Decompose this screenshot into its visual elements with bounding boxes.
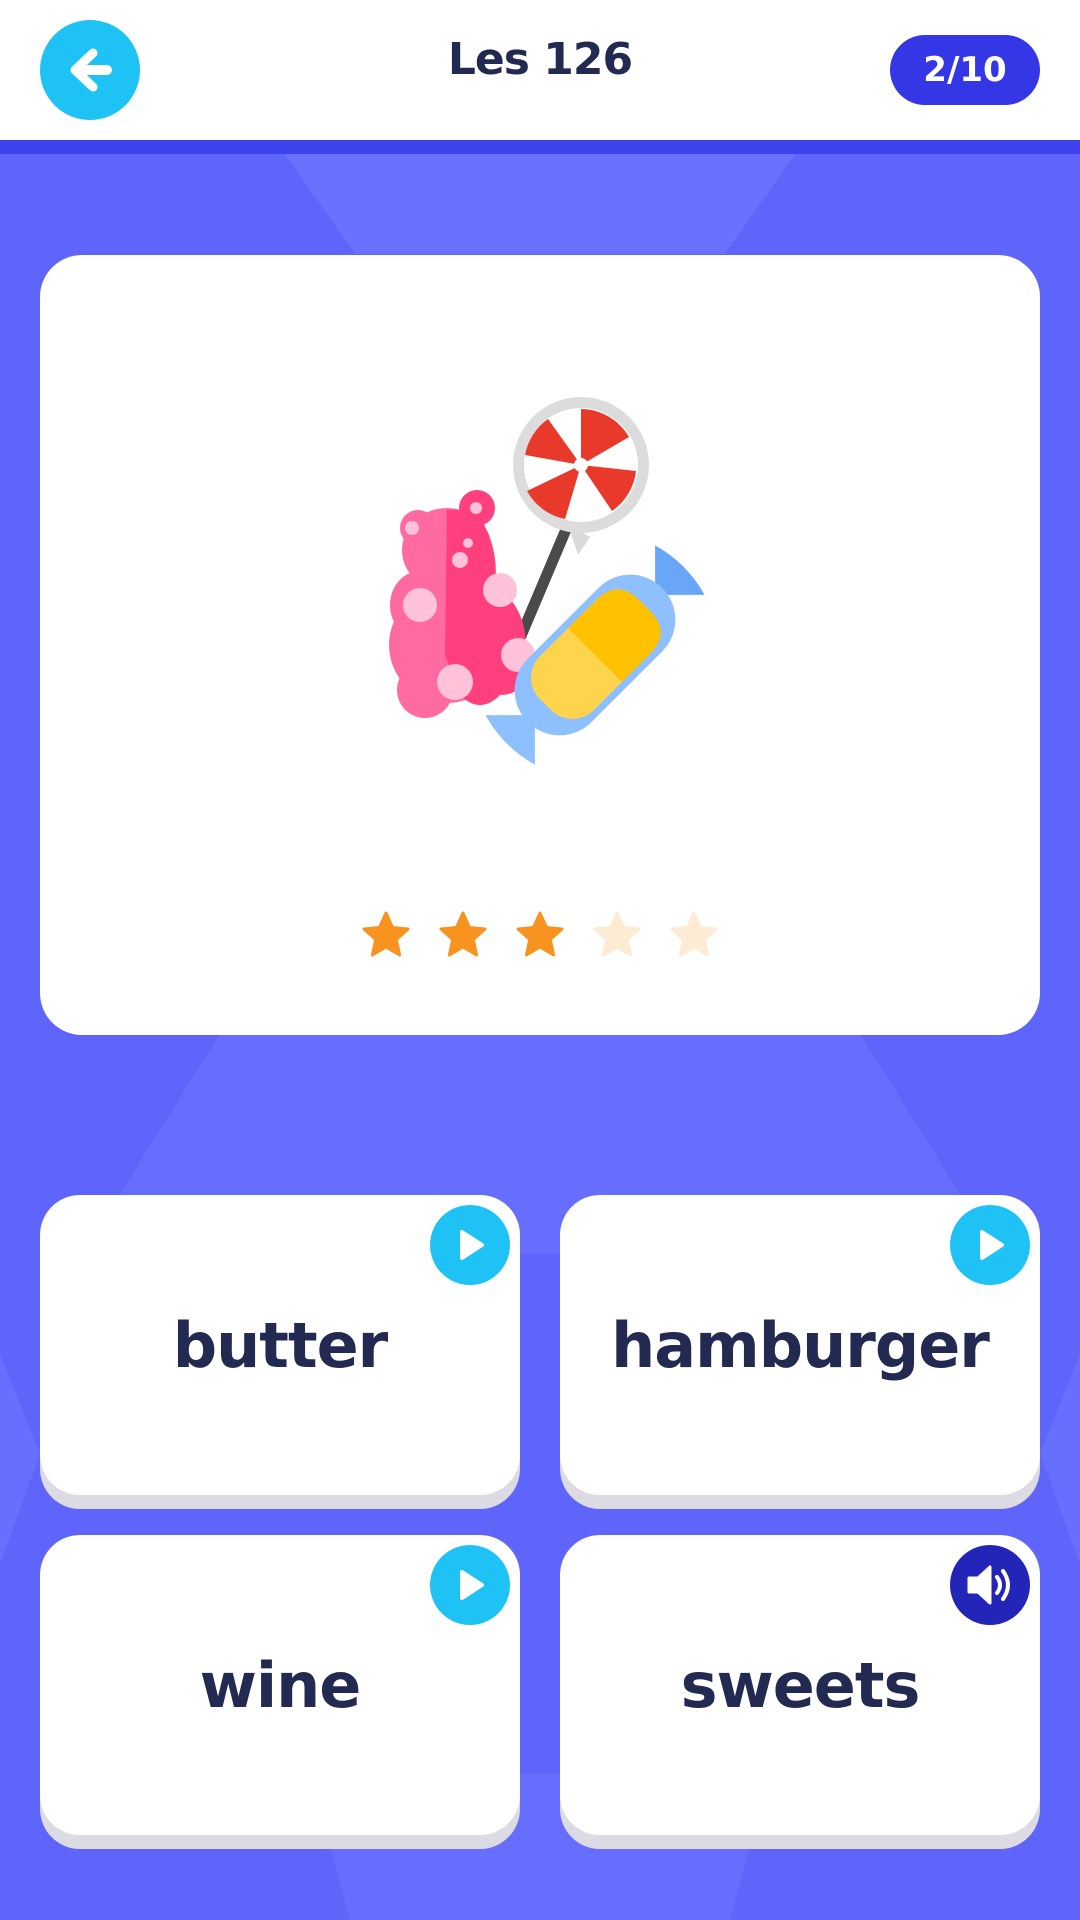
answer-card-butter[interactable]: butter [40, 1195, 520, 1495]
play-audio-button[interactable] [950, 1205, 1030, 1285]
play-audio-button[interactable] [430, 1545, 510, 1625]
play-icon [460, 1570, 484, 1600]
play-icon [460, 1230, 484, 1260]
star-filled-icon [516, 911, 564, 957]
answer-card-sweets[interactable]: sweets [560, 1535, 1040, 1835]
star-empty-icon [593, 911, 641, 957]
speaker-icon [967, 1565, 1010, 1605]
star-filled-icon [439, 911, 487, 957]
progress-badge: 2/10 [890, 35, 1040, 105]
candy-sweets-illustration [389, 397, 705, 765]
answer-card-wine[interactable]: wine [40, 1535, 520, 1835]
star-filled-icon [362, 911, 410, 957]
question-image-card [40, 255, 1040, 1035]
star-empty-icon [670, 911, 718, 957]
rating-stars [40, 910, 1040, 966]
audio-playing-button[interactable] [950, 1545, 1030, 1625]
play-icon [980, 1230, 1004, 1260]
play-audio-button[interactable] [430, 1205, 510, 1285]
header-divider [0, 140, 1080, 154]
answer-card-hamburger[interactable]: hamburger [560, 1195, 1040, 1495]
